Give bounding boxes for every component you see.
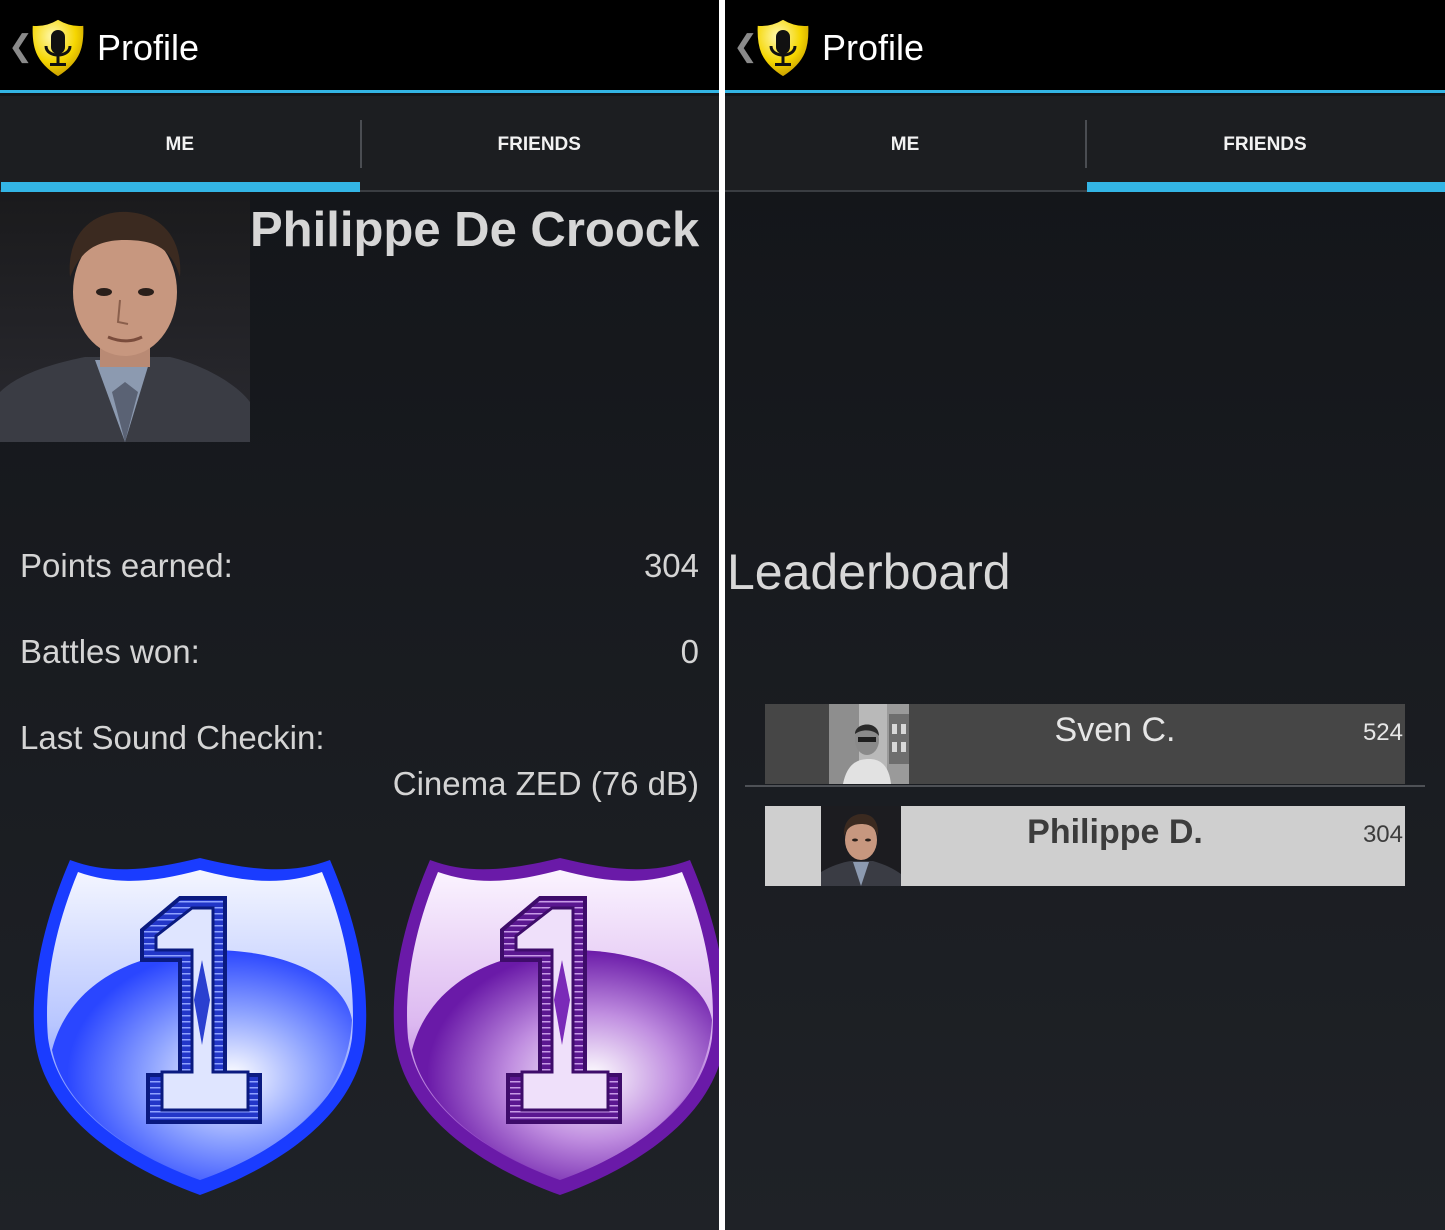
action-bar-title: Profile: [822, 27, 925, 68]
leaderboard-score: 524: [1362, 719, 1403, 746]
action-bar: ❮ Profile: [725, 0, 1445, 93]
leaderboard-score: 304: [1362, 821, 1403, 848]
points-value: 304: [643, 547, 699, 584]
shield-microphone-icon[interactable]: [26, 16, 90, 80]
points-label: Points earned:: [20, 547, 233, 584]
battles-value: 0: [680, 633, 699, 670]
tab-selected-indicator: [1087, 182, 1445, 192]
leaderboard-name: Sven C.: [1054, 711, 1176, 749]
tab-me[interactable]: ME: [725, 96, 1085, 192]
purple-number-one-badge-icon[interactable]: [390, 850, 719, 1205]
checkin-label: Last Sound Checkin:: [20, 719, 325, 756]
profile-photo: [0, 192, 250, 442]
me-screen: ❮ Profile ME FRIENDS Philippe De Croock …: [0, 0, 719, 1230]
tab-bar: ME FRIENDS: [725, 96, 1445, 192]
tab-selected-indicator: [1, 182, 360, 192]
profile-name: Philippe De Croock: [250, 203, 700, 257]
tab-friends[interactable]: FRIENDS: [1085, 96, 1445, 192]
action-bar-title: Profile: [97, 27, 200, 68]
battles-label: Battles won:: [20, 633, 200, 670]
avatar: [821, 806, 901, 886]
shield-microphone-icon[interactable]: [751, 16, 815, 80]
tab-friends[interactable]: FRIENDS: [360, 96, 720, 192]
tab-bar: ME FRIENDS: [0, 96, 719, 192]
checkin-value: Cinema ZED (76 dB): [392, 765, 699, 802]
action-bar: ❮ Profile: [0, 0, 719, 93]
tab-me[interactable]: ME: [0, 96, 360, 192]
blue-number-one-badge-icon[interactable]: [30, 850, 370, 1205]
leaderboard-title: Leaderboard: [727, 544, 1011, 600]
avatar: [829, 704, 909, 784]
leaderboard-row[interactable]: Sven C. 524: [765, 704, 1405, 784]
friends-screen: ❮ Profile ME FRIENDS Leaderboard Sven C.…: [725, 0, 1445, 1230]
leaderboard-name: Philippe D.: [1027, 813, 1203, 851]
leaderboard-row[interactable]: Philippe D. 304: [765, 806, 1405, 886]
row-divider: [745, 785, 1425, 787]
